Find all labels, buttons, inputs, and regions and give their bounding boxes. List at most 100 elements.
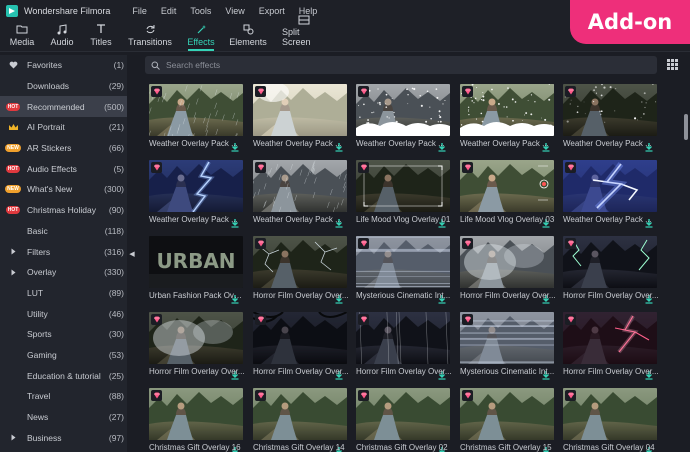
sidebar-item-audio-effects[interactable]: HOT Audio Effects (5) bbox=[0, 158, 127, 179]
search-input[interactable]: Search effects bbox=[166, 60, 220, 70]
tab-titles[interactable]: Titles bbox=[90, 21, 112, 51]
effect-tile[interactable]: Life Mood Vlog Overlay 03 bbox=[460, 160, 554, 228]
expand-arrow-icon[interactable] bbox=[9, 247, 17, 257]
effects-sparkle-icon bbox=[196, 23, 207, 35]
sidebar-item-utility[interactable]: Utility (46) bbox=[0, 303, 127, 324]
sidebar-collapse-button[interactable]: ◀ bbox=[127, 55, 137, 452]
effect-tile[interactable]: Christmas Gift Overlay 15 bbox=[460, 388, 554, 452]
effect-tile[interactable]: Weather Overlay Pack ... bbox=[149, 160, 243, 228]
menu-edit[interactable]: Edit bbox=[161, 6, 177, 16]
effect-label: Weather Overlay Pack ... bbox=[149, 139, 238, 148]
effect-tile[interactable]: Horror Film Overlay Over... bbox=[253, 312, 349, 380]
effect-tile[interactable]: Horror Film Overlay Over... bbox=[460, 236, 556, 304]
effect-tile[interactable]: Weather Overlay Pack ... bbox=[563, 84, 657, 152]
effect-tile[interactable]: Weather Overlay Pack ... bbox=[149, 84, 243, 152]
tab-transitions[interactable]: Transitions bbox=[128, 21, 172, 51]
effect-thumbnail bbox=[253, 388, 347, 440]
sidebar-item-christmas-holiday[interactable]: HOT Christmas Holiday (90) bbox=[0, 200, 127, 221]
text-t-icon bbox=[96, 23, 106, 35]
tab-media[interactable]: Media bbox=[8, 21, 36, 51]
effect-tile[interactable]: Horror Film Overlay Over... bbox=[149, 312, 245, 380]
sidebar-item-count: (90) bbox=[108, 205, 124, 216]
sidebar-item-what-s-new[interactable]: NEW What's New (300) bbox=[0, 179, 127, 200]
sidebar-item-count: (500) bbox=[104, 101, 124, 112]
effect-thumbnail bbox=[563, 312, 657, 364]
effect-tile[interactable]: Horror Film Overlay Over... bbox=[563, 236, 659, 304]
sidebar-item-label: Sports bbox=[27, 329, 52, 340]
effect-tile[interactable]: Mysterious Cinematic Int... bbox=[356, 236, 450, 304]
effect-tile[interactable]: Christmas Gift Overlay 16 bbox=[149, 388, 243, 452]
sidebar-item-count: (88) bbox=[108, 391, 124, 402]
sidebar-item-lut[interactable]: LUT (89) bbox=[0, 283, 127, 304]
premium-gem-icon bbox=[151, 162, 162, 173]
effect-tile[interactable]: Horror Film Overlay Over... bbox=[253, 236, 349, 304]
effect-tile[interactable]: Christmas Gift Overlay 02 bbox=[356, 388, 450, 452]
expand-arrow-icon[interactable] bbox=[9, 433, 17, 443]
effect-tile[interactable]: Mysterious Cinematic Int... bbox=[460, 312, 554, 380]
effect-thumbnail bbox=[460, 388, 554, 440]
premium-gem-icon bbox=[151, 314, 162, 325]
sidebar-item-sports[interactable]: Sports (30) bbox=[0, 324, 127, 345]
effect-thumbnail bbox=[253, 312, 347, 364]
sidebar-item-business[interactable]: Business (97) bbox=[0, 427, 127, 448]
effect-tile[interactable]: Life Mood Vlog Overlay 01 bbox=[356, 160, 450, 228]
effect-label: Life Mood Vlog Overlay 01 bbox=[356, 215, 451, 224]
sidebar-item-ar-stickers[interactable]: NEW AR Stickers (66) bbox=[0, 138, 127, 159]
effect-tile[interactable]: Weather Overlay Pack ... bbox=[460, 84, 554, 152]
tab-elements-label: Elements bbox=[229, 37, 267, 47]
scrollbar-thumb[interactable] bbox=[684, 114, 688, 140]
premium-gem-icon bbox=[462, 314, 473, 325]
tab-elements[interactable]: Elements bbox=[229, 21, 267, 51]
sidebar-item-overlay[interactable]: Overlay (330) bbox=[0, 262, 127, 283]
new-badge: NEW bbox=[5, 144, 21, 153]
sidebar-item-recommended[interactable]: HOT Recommended (500) bbox=[0, 96, 127, 118]
effect-thumbnail bbox=[356, 160, 450, 212]
sidebar-item-label: Audio Effects bbox=[27, 163, 77, 174]
effect-tile[interactable]: Weather Overlay Pack ... bbox=[563, 160, 657, 228]
sidebar-item-label: Business bbox=[27, 432, 62, 443]
effect-tile[interactable]: Weather Overlay Pack ... bbox=[253, 160, 347, 228]
effect-label: Horror Film Overlay Over... bbox=[563, 291, 659, 300]
sidebar-item-gaming[interactable]: Gaming (53) bbox=[0, 345, 127, 366]
tab-effects[interactable]: Effects bbox=[184, 21, 218, 51]
elements-icon bbox=[243, 23, 254, 35]
sidebar-item-count: (21) bbox=[108, 122, 124, 133]
effect-label: Horror Film Overlay Over... bbox=[460, 291, 556, 300]
tab-split-screen[interactable]: Split Screen bbox=[282, 15, 326, 51]
effect-label: Christmas Gift Overlay 16 bbox=[149, 443, 241, 452]
menu-tools[interactable]: Tools bbox=[190, 6, 211, 16]
premium-gem-icon bbox=[255, 314, 266, 325]
premium-gem-icon bbox=[565, 86, 576, 97]
effect-tile[interactable]: Weather Overlay Pack ... bbox=[253, 84, 347, 152]
premium-gem-icon bbox=[358, 162, 369, 173]
sidebar-item-favorites[interactable]: Favorites (1) bbox=[0, 55, 127, 76]
search-bar[interactable]: Search effects bbox=[145, 56, 657, 74]
sidebar-item-education-tutorial[interactable]: Education & tutorial (25) bbox=[0, 365, 127, 386]
effect-thumbnail bbox=[356, 236, 450, 288]
tab-audio[interactable]: Audio bbox=[50, 21, 74, 51]
sidebar-item-downloads[interactable]: Downloads (29) bbox=[0, 76, 127, 97]
effect-label: Life Mood Vlog Overlay 03 bbox=[460, 215, 555, 224]
effect-label: Mysterious Cinematic Int... bbox=[356, 291, 451, 300]
expand-arrow-icon[interactable] bbox=[9, 267, 17, 277]
effect-tile[interactable]: Weather Overlay Pack ... bbox=[356, 84, 450, 152]
sidebar-item-ai-portrait[interactable]: AI Portrait (21) bbox=[0, 117, 127, 138]
scrollbar[interactable] bbox=[684, 77, 689, 452]
effect-tile[interactable]: Horror Film Overlay Over... bbox=[563, 312, 659, 380]
effect-tile[interactable]: Christmas Gift Overlay 14 bbox=[253, 388, 347, 452]
sidebar-item-basic[interactable]: Basic (118) bbox=[0, 221, 127, 242]
sidebar-item-count: (1) bbox=[113, 60, 124, 71]
effect-label: Horror Film Overlay Over... bbox=[356, 367, 452, 376]
sidebar-item-travel[interactable]: Travel (88) bbox=[0, 386, 127, 407]
effect-tile[interactable]: Christmas Gift Overlay 04 bbox=[563, 388, 657, 452]
menu-export[interactable]: Export bbox=[259, 6, 285, 16]
effect-tile[interactable]: URBAN Urban Fashion Pack Over... bbox=[149, 236, 245, 304]
sidebar-item-news[interactable]: News (27) bbox=[0, 407, 127, 428]
sidebar-item-count: (27) bbox=[108, 412, 124, 423]
menu-file[interactable]: File bbox=[132, 6, 147, 16]
premium-gem-icon bbox=[255, 162, 266, 173]
effect-tile[interactable]: Horror Film Overlay Over... bbox=[356, 312, 452, 380]
menu-view[interactable]: View bbox=[225, 6, 244, 16]
grid-view-icon[interactable] bbox=[667, 59, 678, 70]
sidebar-item-filters[interactable]: Filters (316) bbox=[0, 241, 127, 262]
